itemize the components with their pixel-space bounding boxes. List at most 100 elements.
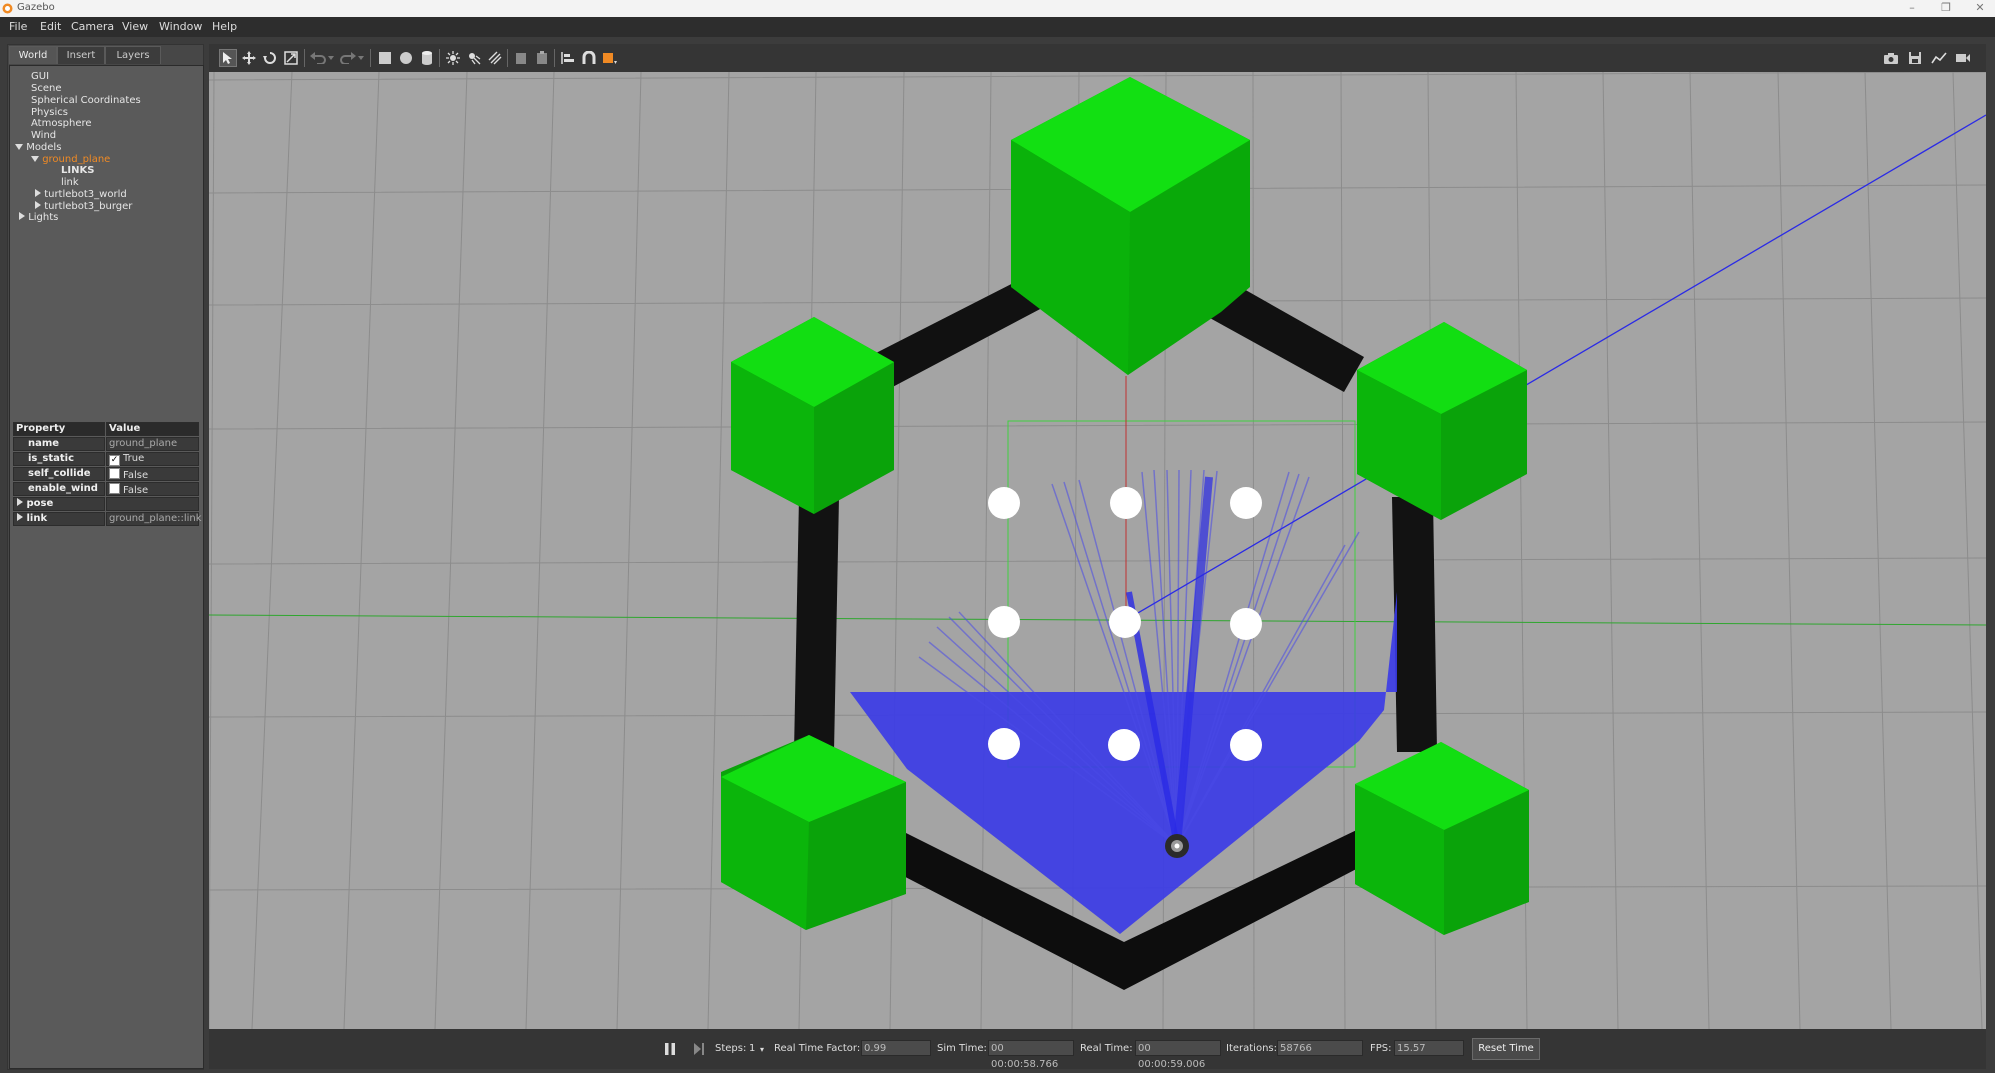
- property-name-cell: pose: [13, 497, 105, 511]
- tree-item-turtlebot3-burger[interactable]: turtlebot3_burger: [35, 201, 132, 212]
- rotate-icon[interactable]: [261, 49, 279, 67]
- property-row-link[interactable]: link ground_plane::link: [13, 512, 202, 526]
- log-icon[interactable]: [1906, 49, 1924, 67]
- tree-item-ground-plane[interactable]: ground_plane: [31, 154, 110, 165]
- snap-icon[interactable]: [580, 49, 598, 67]
- undo-dropdown-icon[interactable]: [327, 49, 335, 67]
- green-hex-obstacle-bottom-right: [1355, 742, 1529, 935]
- world-panel: GUI Scene Spherical Coordinates Physics …: [9, 65, 204, 1069]
- redo-dropdown-icon[interactable]: [357, 49, 365, 67]
- cylinder-icon[interactable]: [418, 49, 436, 67]
- expand-right-icon[interactable]: [17, 513, 23, 521]
- enable-wind-checkbox[interactable]: [109, 483, 120, 494]
- property-name-cell: link: [13, 512, 105, 526]
- plot-icon[interactable]: [1930, 49, 1948, 67]
- sim-time-label: Sim Time:: [937, 1043, 987, 1054]
- window-title: Gazebo: [17, 2, 55, 13]
- sphere-icon[interactable]: [397, 49, 415, 67]
- screenshot-icon[interactable]: [1882, 49, 1900, 67]
- tree-item-links: LINKS: [61, 165, 95, 176]
- menu-view[interactable]: View: [122, 20, 148, 33]
- steps-value[interactable]: 1: [749, 1043, 755, 1054]
- tree-label-lights: Lights: [28, 212, 59, 223]
- real-time-label: Real Time:: [1080, 1043, 1133, 1054]
- tree-item-turtlebot3-world[interactable]: turtlebot3_world: [35, 189, 127, 200]
- pause-icon[interactable]: [664, 1042, 676, 1056]
- menu-edit[interactable]: Edit: [40, 20, 61, 33]
- redo-icon[interactable]: [339, 49, 357, 67]
- tree-item-lights[interactable]: Lights: [19, 212, 58, 223]
- tree-item-spherical-coordinates[interactable]: Spherical Coordinates: [31, 95, 141, 106]
- close-icon[interactable]: ✕: [1973, 1, 1987, 14]
- property-value-cell: ✓ True: [106, 452, 199, 466]
- scale-icon[interactable]: [282, 49, 300, 67]
- tree-item-models[interactable]: Models: [15, 142, 61, 153]
- paste-icon[interactable]: [533, 49, 551, 67]
- view-angle-icon[interactable]: [601, 49, 619, 67]
- 3d-viewport[interactable]: [209, 72, 1986, 1029]
- tab-insert[interactable]: Insert: [57, 46, 105, 64]
- step-icon[interactable]: [693, 1042, 705, 1056]
- toolbar-separator: [507, 49, 508, 67]
- steps-label: Steps:: [715, 1043, 747, 1054]
- steps-dropdown-icon[interactable]: ▾: [760, 1045, 764, 1054]
- spot-light-icon[interactable]: [465, 49, 483, 67]
- real-time-value: 00 00:00:59.006: [1135, 1040, 1221, 1070]
- turtlebot3-burger-robot: [1165, 834, 1189, 858]
- property-value: True: [123, 453, 145, 464]
- tree-item-link[interactable]: link: [61, 177, 79, 188]
- menu-help[interactable]: Help: [212, 20, 237, 33]
- menu-camera[interactable]: Camera: [71, 20, 114, 33]
- menu-file[interactable]: File: [9, 20, 27, 33]
- toolbar: [209, 44, 1986, 72]
- menu-window[interactable]: Window: [159, 20, 202, 33]
- expand-right-icon[interactable]: [35, 201, 41, 209]
- tree-item-wind[interactable]: Wind: [31, 130, 56, 141]
- toolbar-separator: [439, 49, 440, 67]
- directional-light-icon[interactable]: [486, 49, 504, 67]
- property-name: self_collide: [13, 467, 105, 481]
- box-icon[interactable]: [376, 49, 394, 67]
- property-name: link: [26, 513, 48, 524]
- expand-right-icon[interactable]: [19, 212, 25, 220]
- gazebo-logo-icon: [2, 3, 13, 14]
- property-row-pose[interactable]: pose: [13, 497, 199, 511]
- property-value[interactable]: ground_plane: [106, 437, 199, 451]
- expand-down-icon[interactable]: [31, 156, 39, 162]
- green-hex-obstacle-top: [1011, 77, 1250, 375]
- is-static-checkbox[interactable]: ✓: [109, 455, 120, 466]
- scene-render[interactable]: [209, 72, 1986, 1029]
- undo-icon[interactable]: [309, 49, 327, 67]
- align-icon[interactable]: [559, 49, 577, 67]
- expand-right-icon[interactable]: [17, 498, 23, 506]
- property-row-self-collide: self_collide False: [13, 467, 199, 481]
- property-column-header: Property: [13, 422, 105, 436]
- point-light-icon[interactable]: [444, 49, 462, 67]
- tree-item-gui[interactable]: GUI: [31, 71, 49, 82]
- property-row-name: name ground_plane: [13, 437, 199, 451]
- tab-layers[interactable]: Layers: [105, 46, 161, 64]
- video-record-icon[interactable]: [1954, 49, 1972, 67]
- select-arrow-icon[interactable]: [219, 49, 237, 67]
- maximize-icon[interactable]: ❐: [1939, 1, 1953, 14]
- tree-item-scene[interactable]: Scene: [31, 83, 62, 94]
- property-value: ground_plane::link: [106, 512, 202, 526]
- property-value-cell: False: [106, 482, 199, 496]
- expand-down-icon[interactable]: [15, 144, 23, 150]
- value-column-header: Value: [106, 422, 199, 436]
- fps-label: FPS:: [1370, 1043, 1392, 1054]
- green-hex-obstacle-bottom-left: [721, 735, 906, 930]
- copy-icon[interactable]: [512, 49, 530, 67]
- translate-icon[interactable]: [240, 49, 258, 67]
- property-name: is_static: [13, 452, 105, 466]
- tree-label-models: Models: [26, 142, 62, 153]
- self-collide-checkbox[interactable]: [109, 468, 120, 479]
- expand-right-icon[interactable]: [35, 189, 41, 197]
- menu-bar: File Edit Camera View Window Help: [0, 17, 1995, 37]
- tree-item-atmosphere[interactable]: Atmosphere: [31, 118, 92, 129]
- minimize-icon[interactable]: –: [1905, 1, 1919, 14]
- window-titlebar: Gazebo – ❐ ✕: [0, 0, 1995, 17]
- tab-world[interactable]: World: [9, 46, 57, 64]
- reset-time-button[interactable]: Reset Time: [1472, 1038, 1540, 1060]
- tree-item-physics[interactable]: Physics: [31, 107, 68, 118]
